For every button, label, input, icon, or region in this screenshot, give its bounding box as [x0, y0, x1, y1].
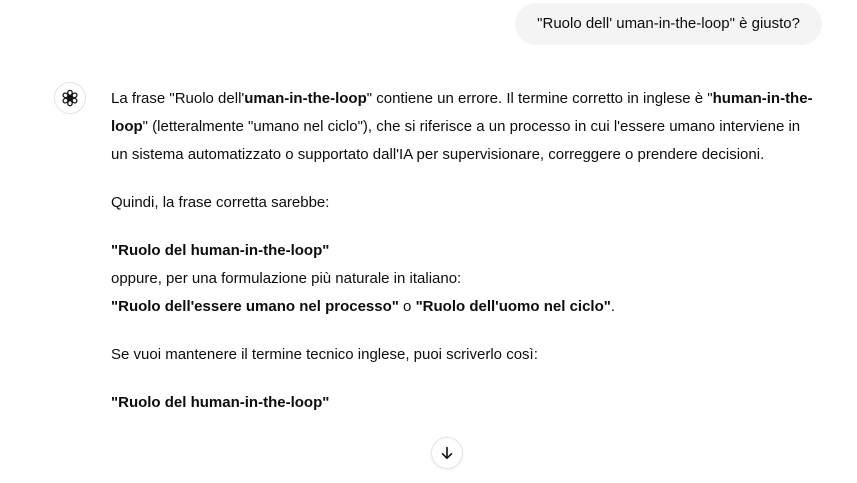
answer-paragraph-2: Quindi, la frase corretta sarebbe: — [111, 194, 330, 211]
answer-paragraph-1: La frase "Ruolo dell'uman-in-the-loop" c… — [111, 90, 813, 163]
bold-wrong-term: uman-in-the-loop — [244, 90, 367, 107]
answer-paragraph-3: "Ruolo del human-in-the-loop" oppure, per… — [111, 242, 616, 315]
suggestion-final: "Ruolo del human-in-the-loop" — [111, 394, 330, 411]
assistant-message: La frase "Ruolo dell'uman-in-the-loop" c… — [111, 85, 816, 437]
answer-paragraph-4: Se vuoi mantenere il termine tecnico ing… — [111, 346, 538, 363]
suggestion-2: "Ruolo dell'essere umano nel processo" — [111, 298, 399, 315]
answer-paragraph-5: "Ruolo del human-in-the-loop" — [111, 389, 816, 417]
arrow-down-icon — [441, 446, 453, 459]
user-message-text: "Ruolo dell' uman-in-the-loop" è giusto? — [537, 15, 800, 32]
user-message-bubble: "Ruolo dell' uman-in-the-loop" è giusto? — [515, 3, 822, 45]
scroll-to-bottom-button[interactable] — [431, 437, 463, 469]
assistant-avatar — [54, 82, 86, 114]
openai-logo-icon — [62, 89, 78, 107]
suggestion-3: "Ruolo dell'uomo nel ciclo" — [415, 298, 611, 315]
suggestion-1: "Ruolo del human-in-the-loop" — [111, 242, 330, 259]
